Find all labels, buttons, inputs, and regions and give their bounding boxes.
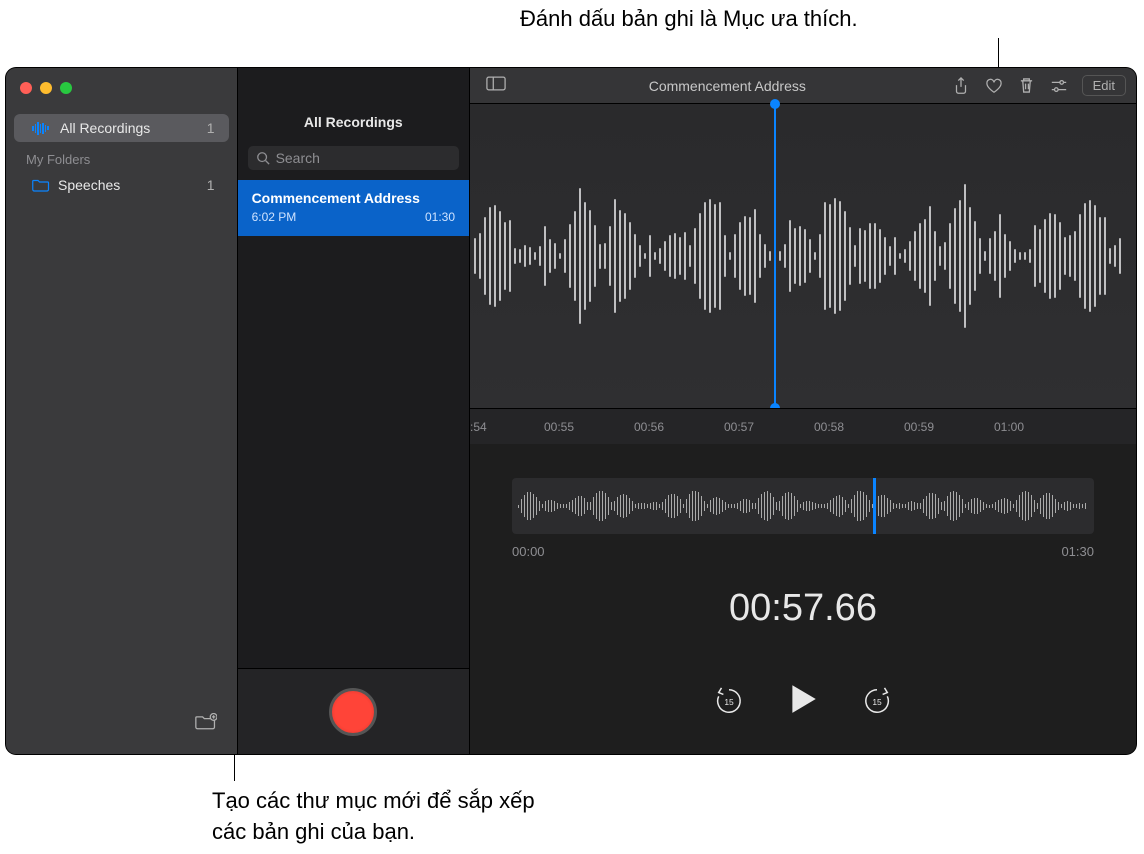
callout-line <box>998 38 999 68</box>
folder-icon <box>32 178 50 192</box>
record-footer <box>238 668 469 754</box>
sidebar-item-count: 1 <box>207 177 215 193</box>
detail-pane: Commencement Address Edit :54 00:55 00:5… <box>470 68 1136 754</box>
new-folder-button[interactable] <box>195 713 217 736</box>
app-window: All Recordings 1 My Folders Speeches 1 A… <box>6 68 1136 754</box>
overview-end-time: 01:30 <box>1061 544 1094 559</box>
play-button[interactable] <box>786 682 820 721</box>
time-ruler: :54 00:55 00:56 00:57 00:58 00:59 01:00 <box>470 408 1136 444</box>
ruler-tick: :54 <box>470 420 487 434</box>
skip-back-15-button[interactable]: 15 <box>714 686 744 718</box>
window-minimize-button[interactable] <box>40 82 52 94</box>
ruler-tick: 01:00 <box>994 420 1024 434</box>
ruler-tick: 00:57 <box>724 420 754 434</box>
recording-list-item[interactable]: Commencement Address 6:02 PM 01:30 <box>238 180 469 236</box>
sidebar: All Recordings 1 My Folders Speeches 1 <box>6 68 238 754</box>
ruler-tick: 00:55 <box>544 420 574 434</box>
sidebar-section-header: My Folders <box>6 142 237 171</box>
list-header: All Recordings <box>238 104 469 140</box>
sidebar-item-label: All Recordings <box>60 120 150 136</box>
heart-icon <box>985 78 1003 94</box>
current-time-display: 00:57.66 <box>470 587 1136 630</box>
ruler-tick: 00:56 <box>634 420 664 434</box>
skip-back-icon: 15 <box>714 686 744 716</box>
search-placeholder: Search <box>276 150 320 166</box>
share-icon <box>953 77 969 95</box>
overview-scrubber[interactable] <box>512 478 1094 534</box>
svg-text:15: 15 <box>872 696 882 706</box>
edit-button[interactable]: Edit <box>1082 75 1126 96</box>
svg-text:15: 15 <box>724 696 734 706</box>
record-button[interactable] <box>329 688 377 736</box>
toolbar: Commencement Address Edit <box>470 68 1136 104</box>
overview-start-time: 00:00 <box>512 544 545 559</box>
sidebar-item-all-recordings[interactable]: All Recordings 1 <box>14 114 229 142</box>
favorite-button[interactable] <box>979 74 1009 98</box>
overview-playhead[interactable] <box>873 478 876 534</box>
recording-duration: 01:30 <box>425 210 455 224</box>
share-button[interactable] <box>947 73 975 99</box>
sidebar-toggle-button[interactable] <box>480 72 512 100</box>
callout-newfolder: Tạo các thư mục mới để sắp xếp các bản g… <box>212 786 562 848</box>
skip-forward-15-button[interactable]: 15 <box>862 686 892 718</box>
ruler-tick: 00:59 <box>904 420 934 434</box>
sliders-icon <box>1050 79 1068 93</box>
search-icon <box>256 151 270 165</box>
search-input[interactable]: Search <box>248 146 459 170</box>
window-close-button[interactable] <box>20 82 32 94</box>
recording-time: 6:02 PM <box>252 210 297 224</box>
sidebar-item-folder[interactable]: Speeches 1 <box>14 171 229 199</box>
sidebar-item-count: 1 <box>207 120 215 136</box>
sidebar-item-label: Speeches <box>58 177 120 193</box>
new-folder-icon <box>195 713 217 731</box>
window-traffic-lights <box>20 82 72 94</box>
delete-button[interactable] <box>1013 73 1040 98</box>
sidebar-icon <box>486 76 506 91</box>
play-icon <box>786 682 820 716</box>
waveform-icon <box>32 121 52 135</box>
toolbar-title: Commencement Address <box>512 78 943 94</box>
window-zoom-button[interactable] <box>60 82 72 94</box>
ruler-tick: 00:58 <box>814 420 844 434</box>
waveform-canvas <box>470 164 1136 348</box>
playback-controls: 15 15 <box>470 682 1136 721</box>
waveform-view[interactable] <box>470 104 1136 408</box>
settings-button[interactable] <box>1044 75 1074 97</box>
callout-favorite: Đánh dấu bản ghi là Mục ưa thích. <box>520 6 858 32</box>
trash-icon <box>1019 77 1034 94</box>
recording-list-column: All Recordings Search Commencement Addre… <box>238 68 470 754</box>
callout-line <box>234 753 235 781</box>
playhead[interactable] <box>774 104 776 408</box>
skip-forward-icon: 15 <box>862 686 892 716</box>
recording-title: Commencement Address <box>252 190 455 206</box>
